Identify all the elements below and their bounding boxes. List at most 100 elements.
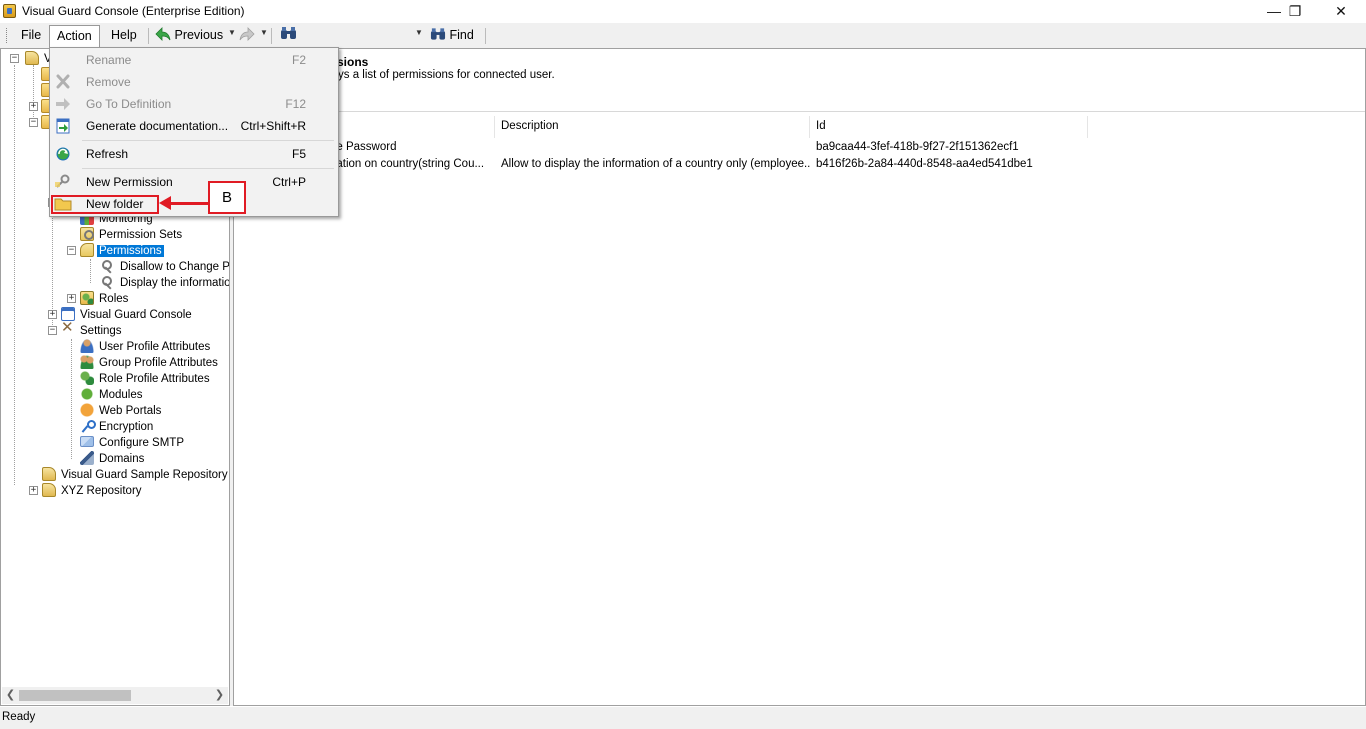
menu-file[interactable]: File	[14, 25, 48, 47]
find-button[interactable]: Find	[430, 26, 474, 46]
menu-item-remove[interactable]: Remove	[52, 71, 336, 93]
forward-dropdown-icon[interactable]: ▼	[260, 28, 268, 37]
binoculars-icon	[281, 27, 296, 39]
column-header-id[interactable]: Id	[810, 116, 1088, 138]
roles-icon	[80, 291, 94, 305]
binoculars-button[interactable]	[280, 26, 297, 46]
action-menu: Rename F2 Remove Go To Definition F12 Ge…	[49, 47, 339, 217]
close-button[interactable]: ✕	[1318, 0, 1364, 24]
forward-arrow-icon	[239, 27, 255, 41]
annotation-arrow	[170, 202, 209, 205]
menu-item-generate-documentation[interactable]: Generate documentation... Ctrl+Shift+R	[52, 115, 336, 137]
app-icon	[3, 4, 16, 18]
expand-toggle[interactable]: −	[29, 118, 38, 127]
menu-item-rename[interactable]: Rename F2	[52, 49, 336, 71]
annotation-arrow-head	[159, 196, 171, 210]
menu-separator	[82, 168, 334, 169]
title-bar: Visual Guard Console (Enterprise Edition…	[0, 0, 1366, 24]
key-icon	[101, 275, 115, 289]
tree-node-sample-repository[interactable]: Visual Guard Sample Repository	[42, 467, 229, 483]
tree-line	[14, 65, 15, 485]
content-description: ys a list of permissions for connected u…	[338, 69, 555, 81]
group-icon	[80, 355, 94, 369]
menu-bar: File Action Help Previous ▼ ▼ ▼ Find	[0, 23, 1366, 48]
expand-toggle[interactable]: −	[48, 326, 57, 335]
tree-node-group-profile-attributes[interactable]: Group Profile Attributes	[80, 355, 220, 371]
menu-item-refresh[interactable]: Refresh F5	[52, 143, 336, 165]
restore-button[interactable]: ❐	[1272, 0, 1318, 24]
tree-horizontal-scrollbar[interactable]: ❮ ❯	[2, 687, 228, 704]
menu-item-go-to-definition[interactable]: Go To Definition F12	[52, 93, 336, 115]
tree-line	[90, 259, 91, 283]
go-to-arrow-icon	[56, 98, 70, 110]
tree-node-role-profile-attributes[interactable]: Role Profile Attributes	[80, 371, 212, 387]
cell-description	[495, 139, 810, 156]
search-dropdown-icon[interactable]: ▼	[415, 28, 423, 37]
menu-help[interactable]: Help	[104, 25, 144, 47]
tree-node-web-portals[interactable]: Web Portals	[80, 403, 163, 419]
domain-icon	[80, 451, 94, 465]
user-icon	[80, 339, 94, 353]
find-binoculars-icon	[430, 28, 446, 40]
toolbar-separator	[271, 28, 272, 44]
tree-node-roles[interactable]: Roles	[80, 291, 130, 307]
repository-icon	[42, 467, 56, 481]
tree-line	[33, 65, 34, 125]
cell-name: nation on country(string Cou...	[330, 158, 485, 170]
expand-toggle[interactable]: −	[67, 246, 76, 255]
scroll-left-icon[interactable]: ❮	[3, 688, 18, 703]
toolbar-separator	[148, 28, 149, 44]
tree-node-xyz-repository[interactable]: XYZ Repository	[42, 483, 144, 499]
column-header-description[interactable]: Description	[495, 116, 810, 138]
tree-node-modules[interactable]: Modules	[80, 387, 144, 403]
cell-name: ge Password	[330, 141, 397, 153]
tree-node-settings[interactable]: Settings	[61, 320, 124, 339]
document-export-icon	[56, 118, 70, 134]
back-arrow-icon	[155, 27, 171, 41]
refresh-icon	[56, 147, 70, 161]
cell-id: b416f26b-2a84-440d-8548-aa4ed541dbe1	[816, 158, 1033, 170]
repository-icon	[42, 483, 56, 497]
tree-node-permission[interactable]: Display the information	[101, 275, 229, 291]
previous-label: Previous	[174, 28, 224, 42]
remove-icon	[56, 74, 70, 89]
scroll-thumb[interactable]	[19, 690, 131, 701]
toolbar-grip	[6, 28, 8, 43]
key-icon	[55, 174, 70, 188]
tree-node-visual-guard-console[interactable]: Visual Guard Console	[61, 307, 194, 323]
tree-node-configure-smtp[interactable]: Configure SMTP	[80, 435, 186, 451]
settings-tools-icon	[61, 320, 75, 337]
forward-button[interactable]	[239, 26, 255, 46]
role-icon	[80, 371, 94, 385]
menu-separator	[82, 140, 334, 141]
expand-toggle[interactable]: +	[29, 486, 38, 495]
status-bar: Ready	[0, 707, 1366, 729]
expand-toggle[interactable]: +	[48, 310, 57, 319]
previous-dropdown-icon[interactable]: ▼	[228, 28, 236, 37]
menu-item-new-permission[interactable]: New Permission Ctrl+P	[52, 171, 336, 193]
previous-button[interactable]: Previous	[155, 26, 223, 46]
repository-icon	[25, 51, 39, 65]
expand-toggle[interactable]: +	[67, 294, 76, 303]
tree-node-domains[interactable]: Domains	[80, 451, 146, 467]
content-title: sions	[337, 55, 369, 69]
permission-set-icon	[80, 227, 94, 241]
scroll-right-icon[interactable]: ❯	[212, 688, 227, 703]
find-label: Find	[449, 28, 474, 42]
expand-toggle[interactable]: −	[10, 54, 19, 63]
cell-id: ba9caa44-3fef-418b-9f27-2f151362ecf1	[816, 141, 1019, 153]
tree-line	[71, 339, 72, 459]
tree-node-permission-sets[interactable]: Permission Sets	[80, 227, 184, 243]
key-icon	[101, 259, 115, 273]
encryption-key-icon	[80, 419, 96, 433]
tree-node-encryption[interactable]: Encryption	[80, 419, 155, 435]
tree-node-permissions[interactable]: Permissions	[80, 243, 164, 259]
status-text: Ready	[2, 711, 36, 723]
menu-action[interactable]: Action	[49, 25, 100, 47]
expand-toggle[interactable]: +	[29, 102, 38, 111]
list-top-border	[234, 111, 1365, 112]
tree-node-user-profile-attributes[interactable]: User Profile Attributes	[80, 339, 212, 355]
tree-node-permission[interactable]: Disallow to Change Pa	[101, 259, 229, 275]
annotation-highlight	[51, 195, 159, 214]
permissions-folder-icon	[80, 243, 94, 257]
